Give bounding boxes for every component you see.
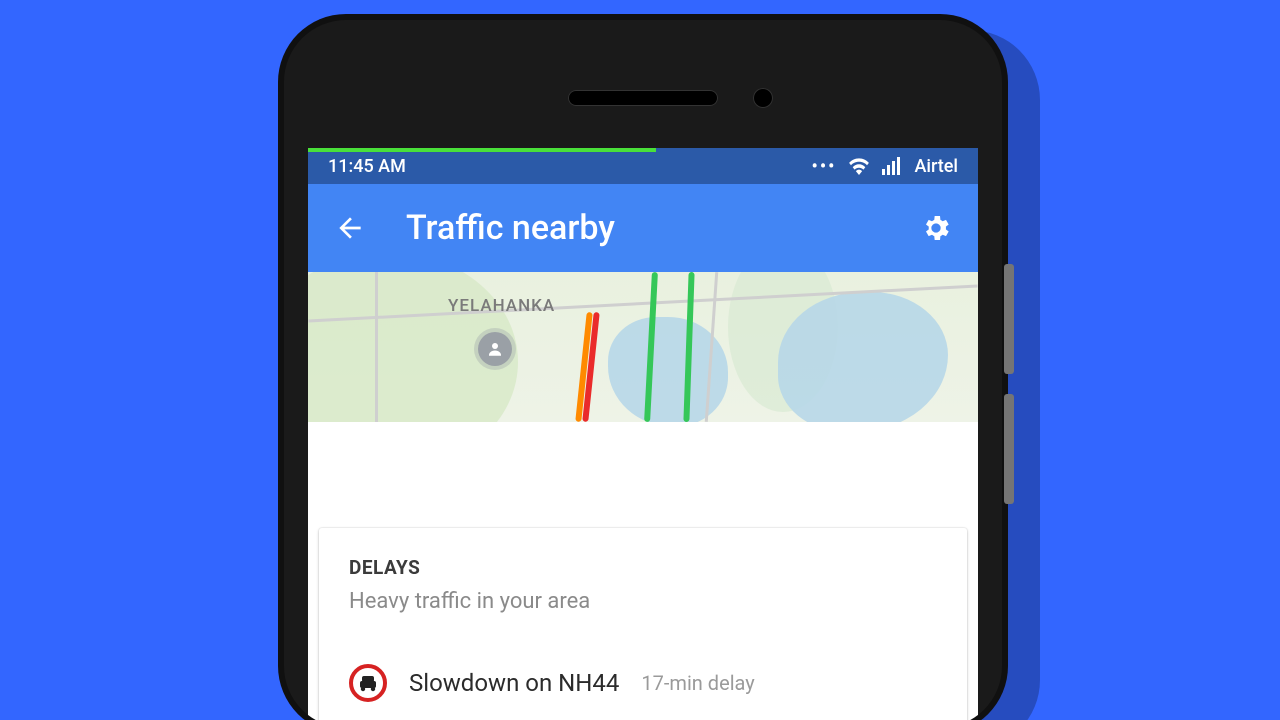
- gear-icon: [920, 212, 952, 244]
- phone-sensor: [753, 88, 773, 108]
- settings-button[interactable]: [916, 208, 956, 248]
- phone-earpiece: [568, 90, 718, 106]
- phone-side-button: [1004, 394, 1014, 504]
- status-carrier: Airtel: [914, 156, 958, 177]
- phone-screen: 11:45 AM ••• Airtel Traffic nearb: [308, 148, 978, 720]
- app-bar: Traffic nearby: [308, 184, 978, 272]
- page-title: Traffic nearby: [406, 208, 890, 248]
- progress-indicator: [308, 148, 656, 152]
- map-place-label: YELAHANKA: [448, 296, 555, 316]
- wifi-icon: [848, 157, 870, 175]
- arrow-left-icon: [334, 212, 366, 244]
- status-time: 11:45 AM: [328, 156, 406, 177]
- signal-icon: [882, 157, 902, 175]
- back-button[interactable]: [330, 208, 370, 248]
- person-icon: [486, 340, 504, 358]
- delay-item[interactable]: Slowdown on NH44 17-min delay: [349, 664, 937, 720]
- delay-meta: 17-min delay: [641, 671, 754, 695]
- traffic-map[interactable]: YELAHANKA: [308, 272, 978, 422]
- location-pin[interactable]: [478, 332, 512, 366]
- delays-subtitle: Heavy traffic in your area: [349, 589, 937, 614]
- more-icon: •••: [812, 156, 837, 177]
- phone-side-button: [1004, 264, 1014, 374]
- phone-frame: 11:45 AM ••• Airtel Traffic nearb: [278, 14, 1008, 720]
- status-bar: 11:45 AM ••• Airtel: [308, 148, 978, 184]
- traffic-sign-icon: [349, 664, 387, 702]
- delays-card: DELAYS Heavy traffic in your area: [319, 528, 967, 720]
- delays-heading: DELAYS: [349, 556, 937, 579]
- delay-title: Slowdown on NH44: [409, 669, 619, 697]
